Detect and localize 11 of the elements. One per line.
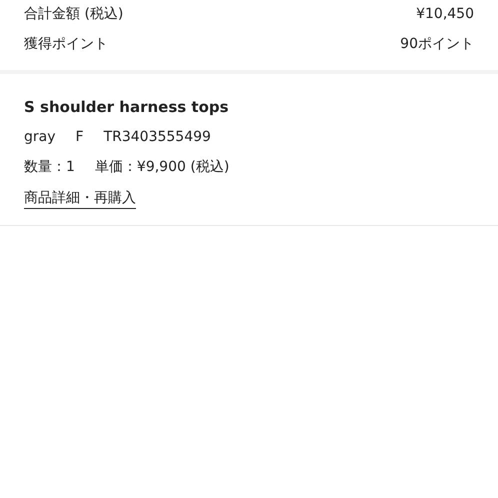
summary-label: 獲得ポイント: [24, 35, 108, 54]
summary-value: ¥10,450: [416, 5, 474, 24]
summary-label: 合計金額 (税込): [24, 5, 124, 24]
summary-value: 90ポイント: [400, 35, 474, 54]
product-detail-link[interactable]: 商品詳細・再購入: [24, 189, 136, 209]
product-color: gray: [24, 129, 56, 145]
product-size: F: [76, 129, 84, 145]
product-quantity: 数量：1: [24, 158, 75, 176]
product-name: S shoulder harness tops: [24, 98, 230, 116]
product-unit-price: 単価：¥9,900 (税込): [94, 158, 230, 176]
product-code: TR3403555499: [104, 129, 211, 145]
